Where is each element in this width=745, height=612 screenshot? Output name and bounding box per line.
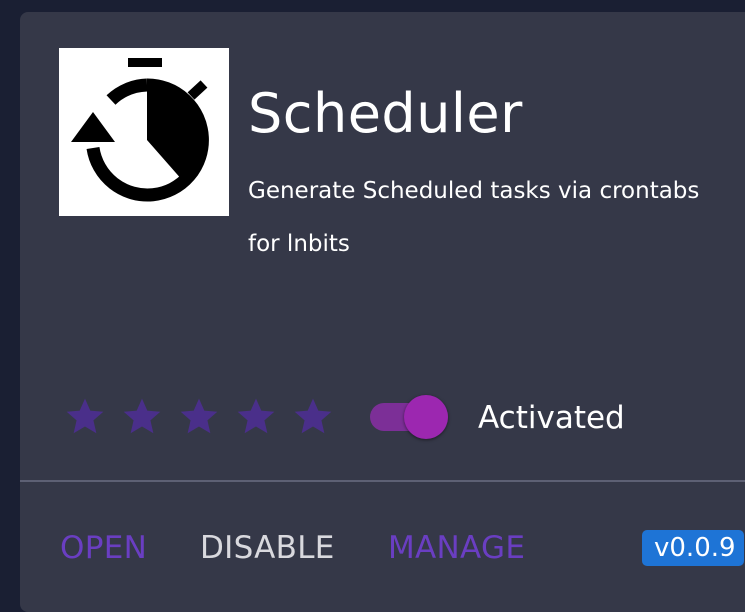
star-icon[interactable] bbox=[63, 394, 107, 438]
toggle-label: Activated bbox=[478, 400, 625, 436]
rating-stars[interactable] bbox=[63, 394, 335, 438]
star-icon[interactable] bbox=[291, 394, 335, 438]
stopwatch-restore-icon bbox=[71, 58, 209, 202]
star-icon[interactable] bbox=[177, 394, 221, 438]
extension-description: Generate Scheduled tasks via crontabs fo… bbox=[248, 178, 700, 257]
disable-button[interactable]: DISABLE bbox=[200, 530, 335, 566]
activated-toggle[interactable] bbox=[368, 393, 456, 441]
extension-card: Scheduler Generate Scheduled tasks via c… bbox=[20, 12, 745, 612]
card-divider bbox=[20, 480, 745, 482]
open-button[interactable]: OPEN bbox=[60, 530, 147, 566]
manage-button[interactable]: MANAGE bbox=[388, 530, 525, 566]
extension-logo bbox=[59, 48, 229, 216]
toggle-thumb[interactable] bbox=[404, 395, 448, 439]
version-badge: v0.0.9 bbox=[642, 530, 744, 566]
extension-title: Scheduler bbox=[248, 82, 523, 145]
star-icon[interactable] bbox=[120, 394, 164, 438]
star-icon[interactable] bbox=[234, 394, 278, 438]
